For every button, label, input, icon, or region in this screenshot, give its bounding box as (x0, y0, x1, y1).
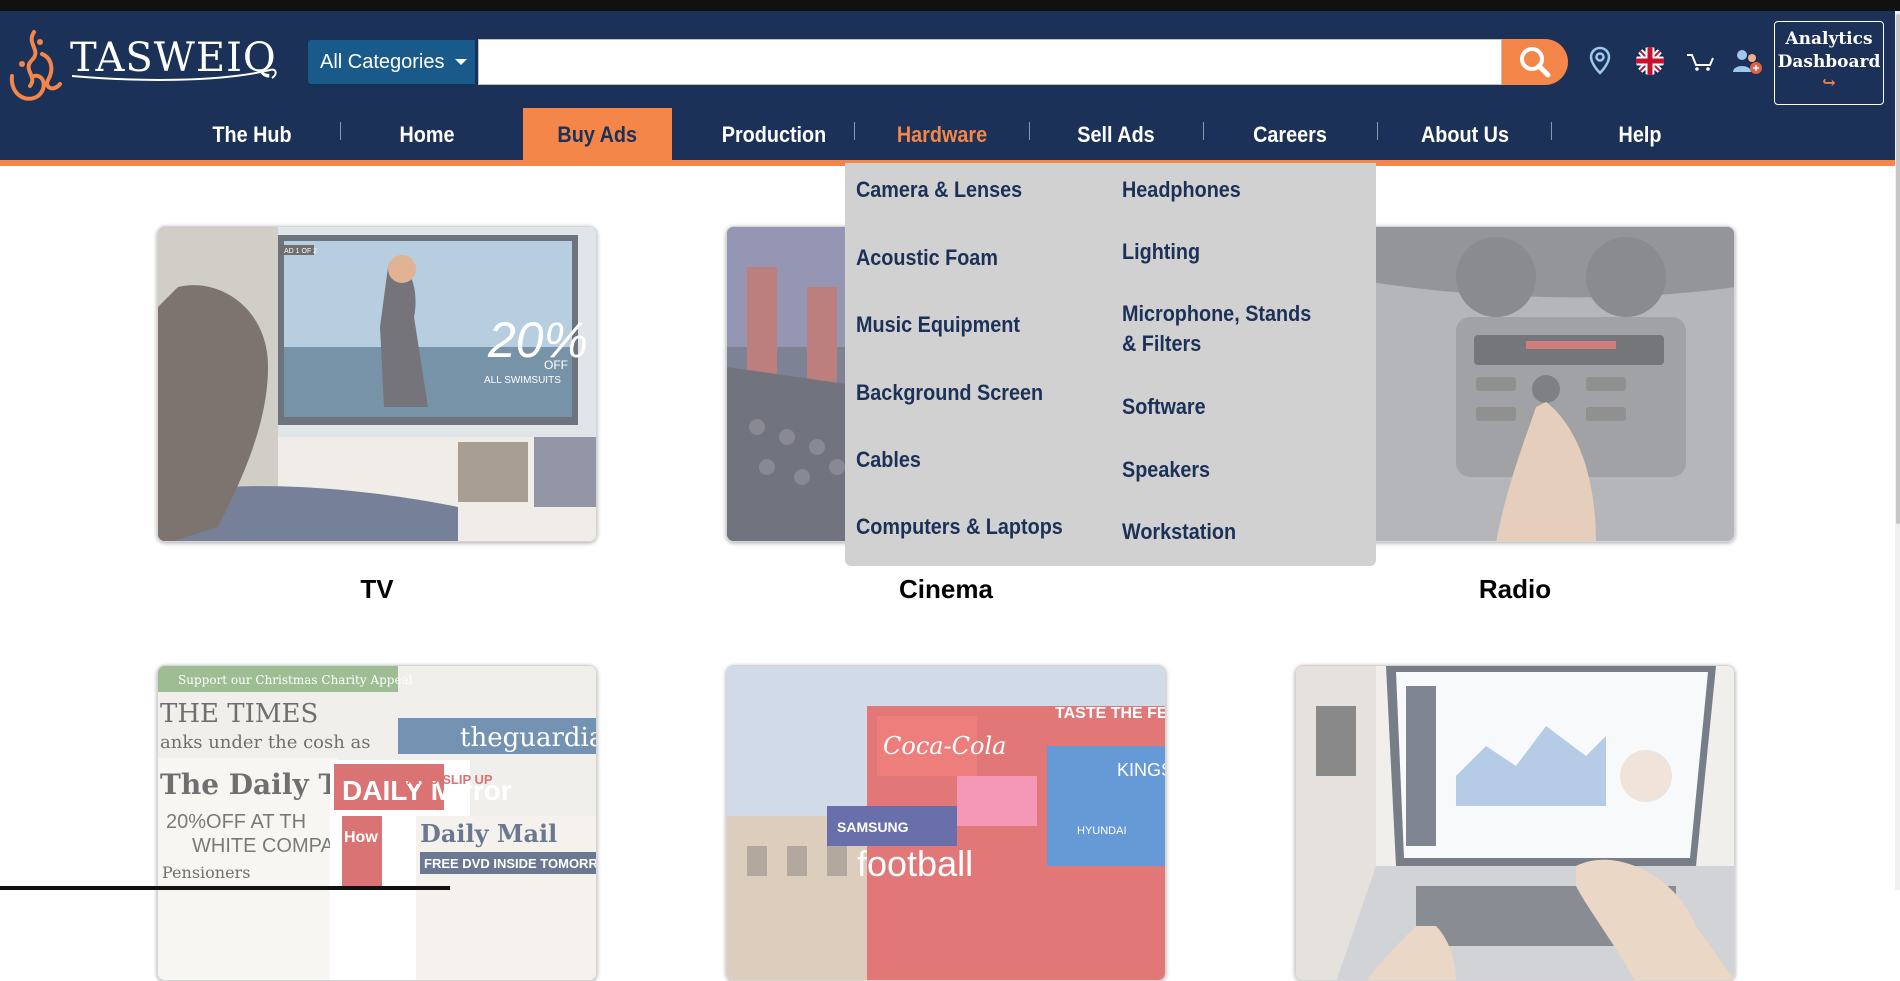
dropdown-item-background-screen[interactable]: Background Screen (856, 378, 1043, 408)
logo-mark-icon (9, 30, 62, 101)
nav-separator (854, 122, 855, 140)
scrollbar-thumb[interactable] (1896, 14, 1900, 524)
nav-buy-ads-label: Buy Ads (557, 122, 638, 147)
nav-sell-ads[interactable]: Sell Ads (1064, 108, 1168, 162)
nav-production[interactable]: Production (711, 108, 837, 162)
category-card-digital[interactable] (1295, 665, 1735, 981)
uk-flag-icon[interactable] (1632, 43, 1668, 79)
top-strip (0, 0, 1900, 11)
category-select-label: All Categories (320, 50, 445, 73)
dropdown-item-speakers[interactable]: Speakers (1122, 455, 1210, 485)
category-select[interactable]: All Categories (307, 39, 476, 85)
analytics-line1: Analytics (1785, 29, 1873, 49)
cart-icon[interactable] (1682, 43, 1718, 79)
nav-buy-ads[interactable]: Buy Ads (523, 108, 672, 162)
dropdown-item-workstation[interactable]: Workstation (1122, 517, 1236, 547)
dropdown-item-lighting[interactable]: Lighting (1122, 237, 1200, 267)
bottom-strip (0, 886, 450, 890)
nav-separator (340, 122, 341, 140)
search-button[interactable] (1502, 39, 1568, 85)
hardware-dropdown-menu: Camera & Lenses Acoustic Foam Music Equi… (845, 163, 1376, 566)
image-overlay (727, 666, 1165, 980)
dropdown-item-software[interactable]: Software (1122, 392, 1206, 422)
user-settings-icon[interactable] (1729, 43, 1765, 79)
dropdown-item-microphone-stands-filters[interactable]: Microphone, Stands & Filters (1122, 299, 1329, 359)
nav-separator (1029, 122, 1030, 140)
image-overlay (158, 666, 596, 980)
search-icon (1520, 47, 1551, 78)
nav-home[interactable]: Home (372, 108, 482, 162)
nav-separator (1203, 122, 1204, 140)
category-label-tv[interactable]: TV (157, 574, 597, 605)
nav-separator (1551, 122, 1552, 140)
logo-swash-icon (71, 68, 277, 81)
dropdown-item-music-equipment[interactable]: Music Equipment (856, 310, 1020, 340)
analytics-dashboard-button[interactable]: Analytics Dashboard ↪ (1774, 21, 1884, 105)
location-pin-icon[interactable] (1582, 43, 1618, 79)
chevron-down-icon (454, 59, 467, 65)
image-overlay (158, 227, 596, 541)
search-input[interactable] (478, 39, 1502, 85)
nav-about-us[interactable]: About Us (1411, 108, 1519, 162)
analytics-line2: Dashboard (1777, 52, 1881, 72)
return-arrow-icon: ↪ (1822, 73, 1836, 92)
dropdown-item-camera-lenses[interactable]: Camera & Lenses (856, 175, 1022, 205)
category-label-cinema[interactable]: Cinema (726, 574, 1166, 605)
category-card-tv[interactable]: AD 1 OF 2 20% OFF ALL SWIMSUITS (157, 226, 597, 542)
nav-help[interactable]: Help (1586, 108, 1694, 162)
dropdown-item-headphones[interactable]: Headphones (1122, 175, 1241, 205)
nav-hardware[interactable]: Hardware (886, 108, 998, 162)
image-overlay (1296, 666, 1734, 980)
nav-the-hub[interactable]: The Hub (198, 108, 306, 162)
nav-careers[interactable]: Careers (1238, 108, 1342, 162)
dropdown-item-computers-laptops[interactable]: Computers & Laptops (856, 512, 1063, 542)
category-label-radio[interactable]: Radio (1295, 574, 1735, 605)
category-card-outdoor[interactable]: Coca-Cola TASTE THE FEEL SAMSUNG KINGS L… (726, 665, 1166, 981)
dropdown-item-cables[interactable]: Cables (856, 445, 921, 475)
dropdown-item-acoustic-foam[interactable]: Acoustic Foam (856, 243, 998, 273)
main-nav: The Hub Home Buy Ads Production Hardware… (0, 108, 1895, 162)
category-card-print[interactable]: Support our Christmas Charity Appeal THE… (157, 665, 597, 981)
nav-separator (1377, 122, 1378, 140)
